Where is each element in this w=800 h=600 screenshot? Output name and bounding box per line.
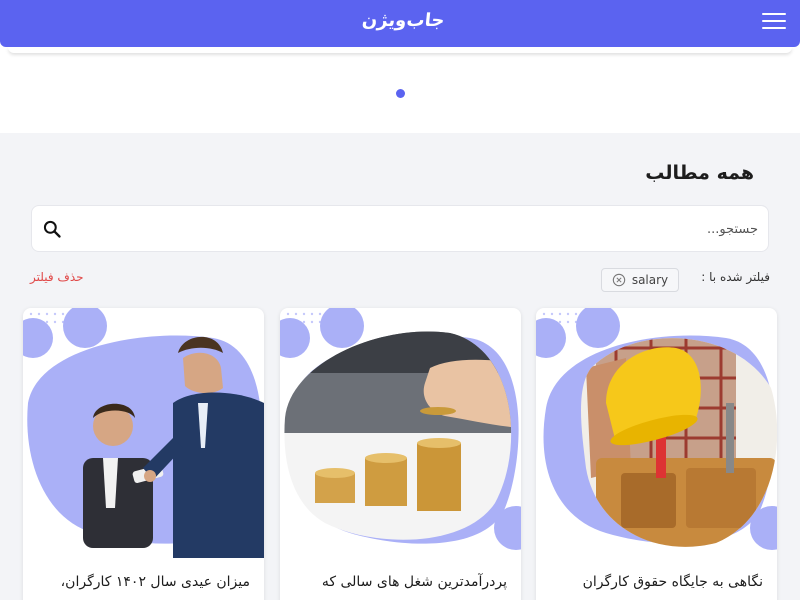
menu-line xyxy=(762,20,786,22)
article-card[interactable]: پردرآمدترین شغل های سالی که xyxy=(280,308,521,600)
article-title[interactable]: میزان عیدی سال ۱۴۰۲ کارگران، xyxy=(37,570,250,594)
logo-text: جاب‌ویژن xyxy=(360,10,446,31)
article-image-worker xyxy=(536,308,777,550)
site-logo[interactable]: جاب‌ویژن xyxy=(361,4,446,38)
clear-filter-link[interactable]: حذف فیلتر xyxy=(30,270,84,284)
search-box xyxy=(31,205,769,252)
article-image-businessmen xyxy=(23,308,264,558)
article-card[interactable]: میزان عیدی سال ۱۴۰۲ کارگران، xyxy=(23,308,264,600)
page-title: همه مطالب xyxy=(645,162,754,184)
menu-line xyxy=(762,27,786,29)
slider-dot-active[interactable] xyxy=(396,89,405,98)
menu-line xyxy=(762,13,786,15)
search-icon[interactable] xyxy=(42,219,62,239)
filter-label: فیلتر شده با : xyxy=(701,270,770,284)
slider-card-edge xyxy=(8,47,792,53)
close-circle-icon[interactable] xyxy=(612,273,626,287)
hamburger-menu-icon[interactable] xyxy=(760,13,786,35)
article-title[interactable]: نگاهی به جایگاه حقوق کارگران xyxy=(550,570,763,594)
search-input[interactable] xyxy=(98,216,758,242)
filter-chip: salary xyxy=(601,268,679,292)
filter-chip-label: salary xyxy=(631,273,669,287)
article-title[interactable]: پردرآمدترین شغل های سالی که xyxy=(294,570,507,594)
top-navbar: جاب‌ویژن xyxy=(0,0,800,47)
article-image-coins xyxy=(280,308,521,550)
article-card[interactable]: نگاهی به جایگاه حقوق کارگران xyxy=(536,308,777,600)
